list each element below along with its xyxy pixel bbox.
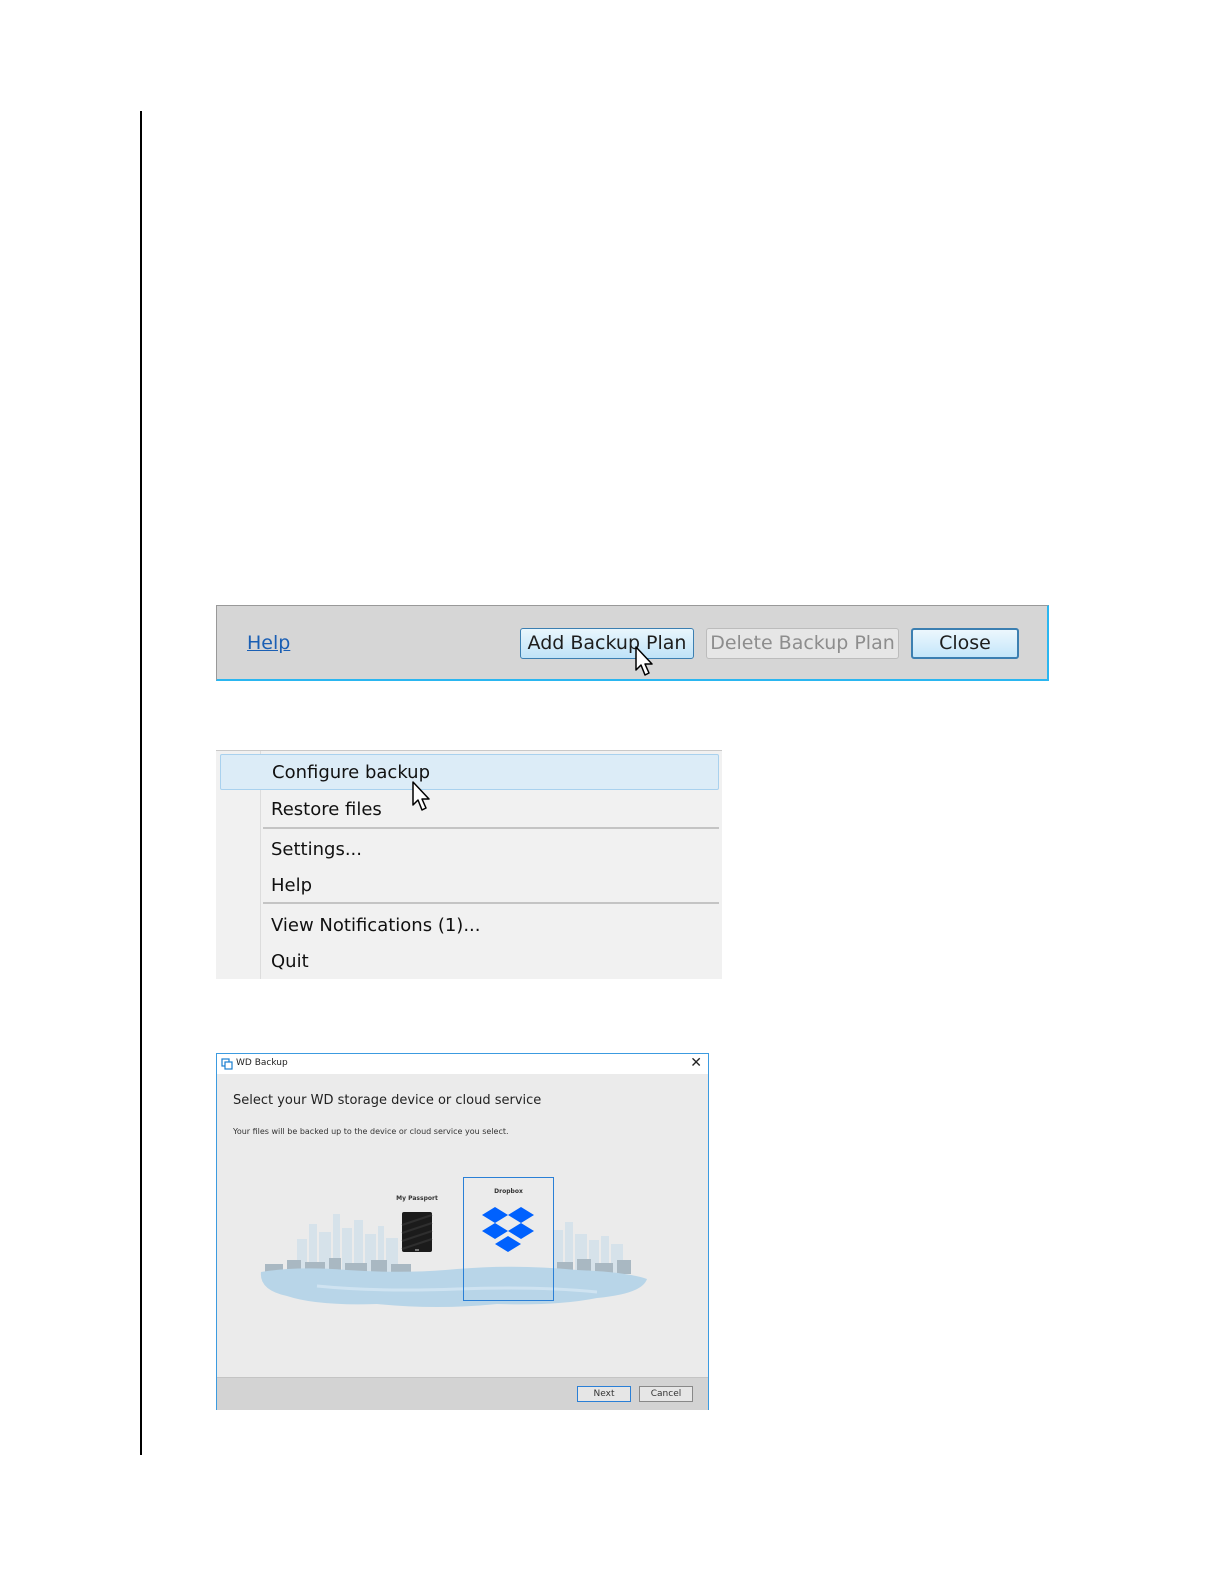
add-backup-plan-button[interactable]: Add Backup Plan bbox=[520, 628, 694, 659]
dialog-subtext: Your files will be backed up to the devi… bbox=[233, 1127, 509, 1136]
mouse-cursor-icon bbox=[412, 781, 430, 811]
wd-backup-app-icon bbox=[221, 1058, 233, 1070]
dialog-heading: Select your WD storage device or cloud s… bbox=[233, 1093, 542, 1108]
device-option-my-passport[interactable]: My Passport bbox=[387, 1184, 447, 1259]
cancel-button[interactable]: Cancel bbox=[639, 1386, 693, 1402]
dropbox-logo-icon bbox=[482, 1207, 534, 1252]
menu-item-help[interactable]: Help bbox=[216, 867, 722, 903]
menu-item-label: View Notifications (1)... bbox=[271, 915, 481, 936]
close-icon[interactable]: ✕ bbox=[690, 1055, 702, 1071]
menu-item-label: Restore files bbox=[271, 799, 382, 820]
device-label: Dropbox bbox=[494, 1188, 523, 1195]
menu-item-configure-backup[interactable]: Configure backup bbox=[220, 754, 719, 790]
page-margin-rule bbox=[140, 111, 142, 1455]
menu-item-label: Settings... bbox=[271, 839, 362, 860]
menu-item-quit[interactable]: Quit bbox=[216, 943, 722, 979]
mouse-cursor-icon bbox=[635, 646, 653, 676]
skyline-illustration bbox=[260, 1214, 647, 1307]
menu-item-settings[interactable]: Settings... bbox=[216, 831, 722, 867]
backup-plan-button-bar: Help Add Backup Plan Delete Backup Plan … bbox=[216, 605, 1049, 681]
dialog-titlebar: WD Backup ✕ bbox=[217, 1054, 708, 1074]
next-button[interactable]: Next bbox=[577, 1386, 631, 1402]
hard-drive-icon bbox=[401, 1212, 433, 1252]
help-link[interactable]: Help bbox=[247, 632, 290, 654]
menu-item-restore-files[interactable]: Restore files bbox=[216, 791, 722, 827]
close-button[interactable]: Close bbox=[911, 628, 1019, 659]
menu-item-label: Quit bbox=[271, 951, 309, 972]
menu-item-label: Help bbox=[271, 875, 313, 896]
dialog-footer: Next Cancel bbox=[217, 1377, 708, 1410]
menu-separator bbox=[263, 902, 719, 904]
menu-separator bbox=[263, 827, 719, 829]
menu-item-view-notifications[interactable]: View Notifications (1)... bbox=[216, 907, 722, 943]
device-option-dropbox[interactable]: Dropbox bbox=[463, 1177, 554, 1301]
menu-item-label: Configure backup bbox=[272, 762, 431, 783]
tray-context-menu: Configure backup Restore files Settings.… bbox=[216, 750, 722, 979]
device-label: My Passport bbox=[396, 1195, 438, 1202]
dialog-title: WD Backup bbox=[236, 1058, 288, 1068]
wd-backup-dialog: WD Backup ✕ Select your WD storage devic… bbox=[216, 1053, 709, 1410]
delete-backup-plan-button[interactable]: Delete Backup Plan bbox=[706, 628, 899, 659]
